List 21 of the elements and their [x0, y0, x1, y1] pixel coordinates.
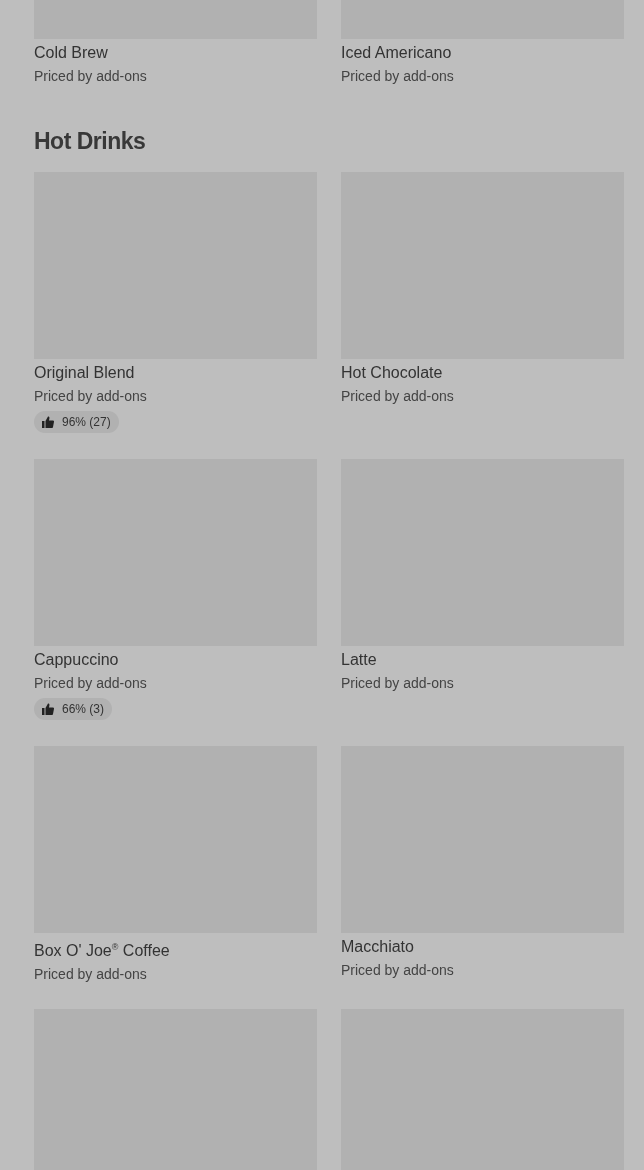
- item-price: Priced by add-ons: [34, 67, 148, 85]
- item-price: Priced by add-ons: [34, 965, 148, 984]
- item-name[interactable]: Hot Chocolate: [341, 364, 624, 382]
- rating-text: 96% (27): [62, 415, 111, 429]
- item-price: Priced by add-ons: [34, 674, 148, 692]
- item-name[interactable]: Original Blend: [34, 364, 317, 382]
- item-name[interactable]: Macchiato: [341, 938, 624, 956]
- item-name[interactable]: Latte: [341, 651, 624, 669]
- item-name[interactable]: Cappuccino: [34, 651, 317, 669]
- item-price: Priced by add-ons: [341, 961, 455, 979]
- thumbs-up-icon: [42, 416, 54, 428]
- item-price: Priced by add-ons: [341, 674, 455, 692]
- item-price: Priced by add-ons: [34, 387, 148, 405]
- item-price: Priced by add-ons: [341, 67, 455, 85]
- thumbs-up-icon: [42, 703, 54, 715]
- item-name[interactable]: Cold Brew: [34, 44, 317, 62]
- item-name[interactable]: Iced Americano: [341, 44, 624, 62]
- item-price: Priced by add-ons: [341, 387, 455, 405]
- item-name[interactable]: Box O' Joe$^{®}$ Coffee: [34, 938, 317, 961]
- rating-text: 66% (3): [62, 702, 105, 716]
- section-heading: Hot Drinks: [34, 127, 147, 156]
